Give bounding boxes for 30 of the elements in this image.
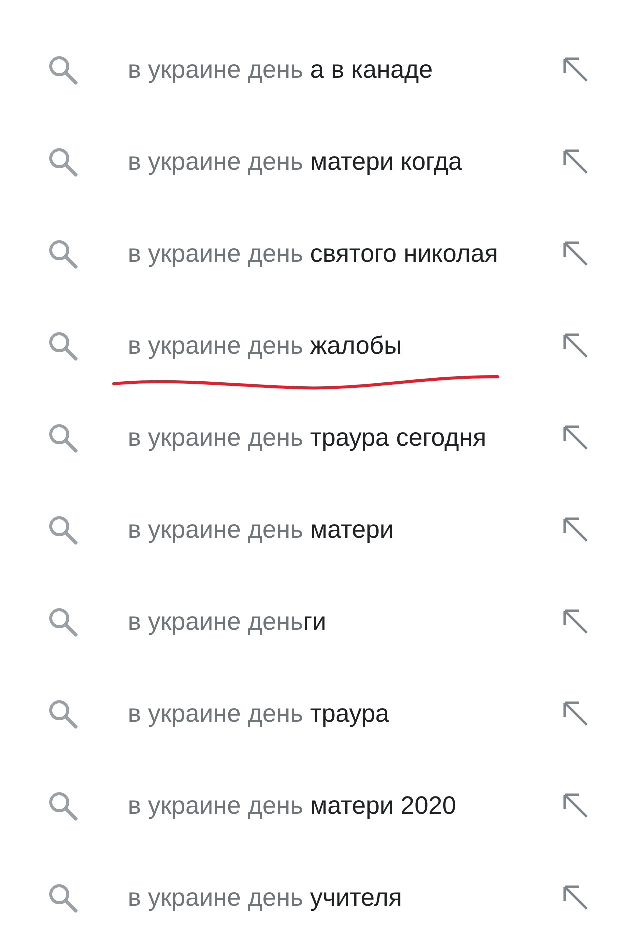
- arrow-icon[interactable]: [563, 517, 589, 543]
- suggestion-text[interactable]: в украине день матери когда: [128, 146, 528, 178]
- search-icon: [47, 698, 79, 730]
- arrow-icon[interactable]: [563, 885, 589, 911]
- arrow-icon[interactable]: [563, 793, 589, 819]
- search-icon: [47, 882, 79, 914]
- suggestion-text[interactable]: в украине день матери: [128, 514, 528, 546]
- search-icon: [47, 146, 79, 178]
- search-icon: [47, 422, 79, 454]
- arrow-icon[interactable]: [563, 701, 589, 727]
- arrow-icon[interactable]: [563, 241, 589, 267]
- suggestion-text[interactable]: в украине деньги: [128, 606, 528, 638]
- search-icon: [47, 790, 79, 822]
- suggestion-text[interactable]: в украине день учителя: [128, 882, 528, 914]
- search-icon: [47, 514, 79, 546]
- arrow-icon[interactable]: [563, 149, 589, 175]
- search-icon: [47, 606, 79, 638]
- search-icon: [47, 330, 79, 362]
- arrow-icon[interactable]: [563, 609, 589, 635]
- search-icon: [47, 238, 79, 270]
- suggestion-text[interactable]: в украине день траура сегодня: [128, 422, 528, 454]
- arrow-icon[interactable]: [563, 425, 589, 451]
- arrow-icon[interactable]: [563, 57, 589, 83]
- suggestion-text[interactable]: в украине день жалобы: [128, 330, 528, 362]
- suggestion-text[interactable]: в украине день матери 2020: [128, 790, 528, 822]
- suggestion-text[interactable]: в украине день святого николая: [128, 238, 528, 270]
- arrow-icon[interactable]: [563, 333, 589, 359]
- suggestion-text[interactable]: в украине день траура: [128, 698, 528, 730]
- suggestion-text[interactable]: в украине день а в канаде: [128, 54, 528, 86]
- search-icon: [47, 54, 79, 86]
